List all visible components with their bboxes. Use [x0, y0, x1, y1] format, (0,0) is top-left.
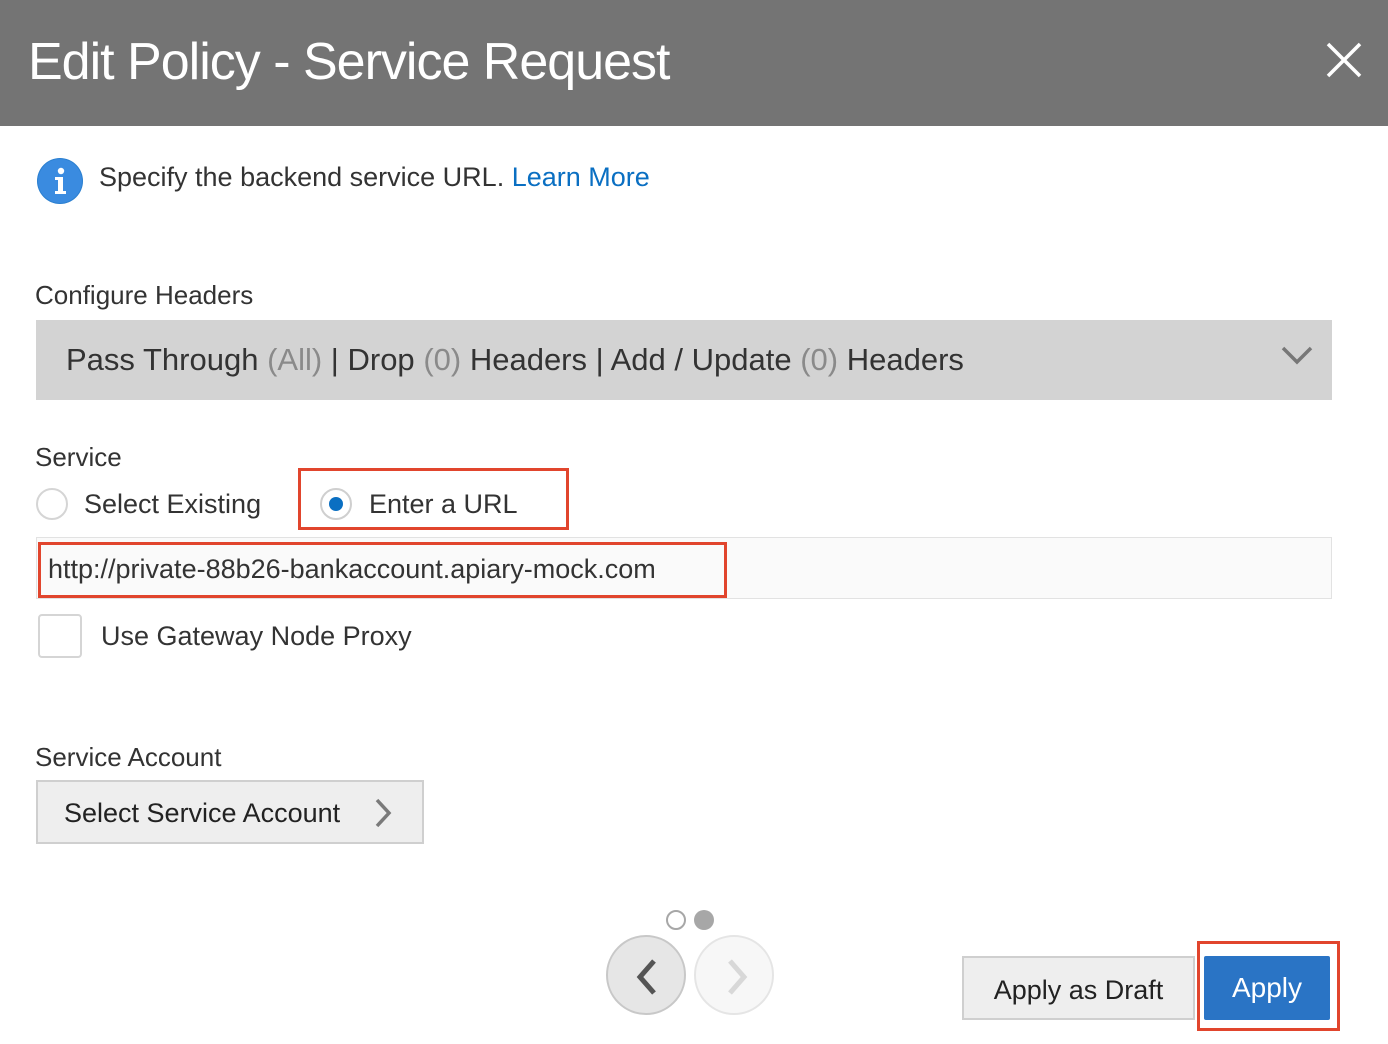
- add-update-suffix: Headers: [846, 342, 964, 377]
- dialog-title: Edit Policy - Service Request: [28, 33, 670, 91]
- page-dot-2[interactable]: [694, 910, 714, 930]
- radio-enter-url-label[interactable]: Enter a URL: [369, 488, 518, 520]
- learn-more-link[interactable]: Learn More: [512, 162, 650, 192]
- radio-select-existing[interactable]: [36, 488, 68, 520]
- dialog-header: Edit Policy - Service Request: [0, 0, 1388, 126]
- add-update-text: Add / Update: [610, 342, 792, 377]
- apply-label: Apply: [1231, 972, 1303, 1003]
- radio-select-existing-label[interactable]: Select Existing: [84, 488, 261, 520]
- service-url-input[interactable]: http://private-88b26-bankaccount.apiary-…: [36, 537, 1332, 599]
- info-message: Specify the backend service URL. Learn M…: [99, 160, 650, 194]
- chevron-down-icon: [1281, 346, 1313, 365]
- add-update-count: (0): [800, 342, 839, 377]
- page-dot-1[interactable]: [666, 910, 686, 930]
- apply-button[interactable]: Apply: [1204, 956, 1330, 1020]
- close-icon: [1326, 42, 1362, 78]
- apply-as-draft-label: Apply as Draft: [993, 975, 1164, 1005]
- gateway-proxy-label[interactable]: Use Gateway Node Proxy: [101, 620, 412, 652]
- radio-enter-url[interactable]: [320, 488, 352, 520]
- select-service-account-button[interactable]: Select Service Account: [36, 780, 424, 844]
- headers-select[interactable]: Pass Through (All) | Drop (0) Headers | …: [36, 320, 1332, 400]
- chevron-right-icon: [728, 959, 748, 995]
- apply-as-draft-button[interactable]: Apply as Draft: [962, 956, 1195, 1020]
- service-label: Service: [35, 442, 122, 472]
- prev-button[interactable]: [606, 935, 686, 1015]
- gateway-proxy-checkbox[interactable]: [38, 614, 82, 658]
- info-text: Specify the backend service URL.: [99, 162, 505, 192]
- select-service-account-label: Select Service Account: [64, 798, 341, 828]
- service-account-label: Service Account: [35, 742, 222, 772]
- close-button[interactable]: [1320, 36, 1368, 84]
- drop-suffix: Headers: [469, 342, 588, 377]
- headers-summary: Pass Through (All) | Drop (0) Headers | …: [66, 342, 964, 378]
- separator: |: [595, 342, 604, 377]
- pass-through-text: Pass Through: [66, 342, 259, 377]
- drop-text: Drop: [347, 342, 415, 377]
- configure-headers-label: Configure Headers: [35, 280, 254, 310]
- drop-count: (0): [423, 342, 462, 377]
- separator: |: [330, 342, 339, 377]
- next-button[interactable]: [694, 935, 774, 1015]
- chevron-right-icon: [375, 798, 392, 828]
- info-icon: [37, 158, 83, 204]
- service-url-value: http://private-88b26-bankaccount.apiary-…: [48, 554, 656, 584]
- pass-through-count: (All): [267, 342, 323, 377]
- chevron-left-icon: [636, 959, 656, 995]
